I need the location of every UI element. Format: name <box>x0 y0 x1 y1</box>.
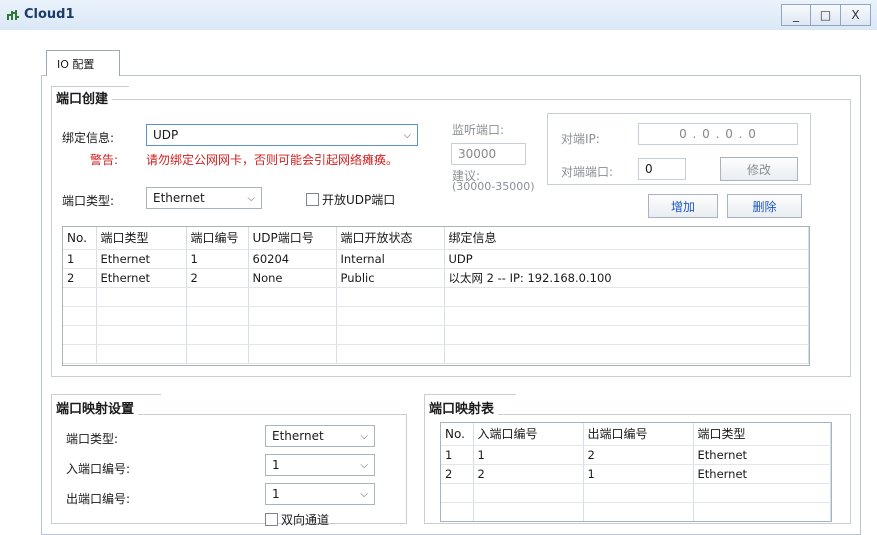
table-cell: 2 <box>186 268 249 288</box>
open-udp-label: 开放UDP端口 <box>322 193 396 207</box>
table-cell: 1 <box>186 249 249 269</box>
table-row[interactable]: 1 Ethernet 1 60204 Internal UDP <box>63 249 809 269</box>
port-type-select[interactable]: Ethernet ⌵ <box>146 187 262 209</box>
port-map-table-title: 端口映射表 <box>425 398 499 417</box>
table-cell: 1 <box>63 249 97 269</box>
column-header: 端口类型 <box>96 227 187 250</box>
map-port-type-value: Ethernet <box>272 429 324 443</box>
maximize-button[interactable]: □ <box>811 4 841 26</box>
port-map-settings-title: 端口映射设置 <box>52 398 139 417</box>
remote-port-input[interactable]: 0 <box>638 158 686 180</box>
chevron-down-icon: ⌵ <box>403 129 411 141</box>
port-type-value: Ethernet <box>153 191 205 205</box>
column-header: 端口类型 <box>693 423 831 446</box>
table-row[interactable]: 2 2 1 Ethernet <box>441 464 831 484</box>
chevron-down-icon: ⌵ <box>360 488 368 500</box>
port-map-table: No. 入端口编号 出端口编号 端口类型 1 1 2 Ethernet 2 2 … <box>440 422 832 522</box>
table-cell: UDP <box>444 249 809 269</box>
table-cell: 1 <box>441 445 474 465</box>
out-port-label: 出端口编号: <box>66 492 131 506</box>
map-port-type-select[interactable]: Ethernet ⌵ <box>265 425 375 447</box>
table-header-row: No. 端口类型 端口编号 UDP端口号 端口开放状态 绑定信息 <box>63 227 809 250</box>
window-controls: _ □ X <box>781 4 871 26</box>
table-row-empty <box>63 287 809 307</box>
warning-label: 警告: <box>90 153 119 167</box>
in-port-label: 入端口编号: <box>66 462 131 476</box>
modify-button[interactable]: 修改 <box>720 157 798 181</box>
column-header: 出端口编号 <box>583 423 694 446</box>
table-row-empty <box>63 344 809 364</box>
title-bar <box>0 0 877 30</box>
table-cell: None <box>248 268 337 288</box>
chevron-down-icon: ⌵ <box>247 192 255 204</box>
table-row-empty <box>63 325 809 345</box>
remote-ip-label: 对端IP: <box>561 132 600 146</box>
table-cell: Public <box>336 268 445 288</box>
listen-port-input[interactable]: 30000 <box>451 143 526 165</box>
remote-port-label: 对端端口: <box>561 165 614 179</box>
out-port-value: 1 <box>272 487 280 501</box>
table-row-empty <box>441 502 831 521</box>
listen-port-label: 监听端口: <box>452 123 505 137</box>
warning-text: 请勿绑定公网网卡，否则可能会引起网络瘫痪。 <box>146 153 399 167</box>
table-cell: 1 <box>473 445 584 465</box>
table-cell: 2 <box>441 464 474 484</box>
table-cell: Ethernet <box>693 445 831 465</box>
cloud-network-icon <box>7 10 19 20</box>
port-type-label: 端口类型: <box>62 194 115 208</box>
checkbox-icon <box>306 193 319 206</box>
in-port-value: 1 <box>272 458 280 472</box>
table-cell: 以太网 2 -- IP: 192.168.0.100 <box>444 268 809 288</box>
column-header: 绑定信息 <box>444 227 809 250</box>
out-port-select[interactable]: 1 ⌵ <box>265 483 375 505</box>
map-port-type-label: 端口类型: <box>66 432 119 446</box>
column-header: No. <box>63 227 97 250</box>
column-header: No. <box>441 423 474 446</box>
table-cell: Internal <box>336 249 445 269</box>
bind-info-select[interactable]: UDP ⌵ <box>146 124 418 146</box>
column-header: 端口开放状态 <box>336 227 445 250</box>
delete-button[interactable]: 删除 <box>727 194 802 218</box>
column-header: 端口编号 <box>186 227 249 250</box>
table-row-empty <box>441 483 831 503</box>
table-cell: Ethernet <box>693 464 831 484</box>
table-cell: 60204 <box>248 249 337 269</box>
table-row[interactable]: 2 Ethernet 2 None Public 以太网 2 -- IP: 19… <box>63 268 809 288</box>
table-row-empty <box>63 306 809 326</box>
table-cell: Ethernet <box>96 268 187 288</box>
port-table: No. 端口类型 端口编号 UDP端口号 端口开放状态 绑定信息 1 Ether… <box>62 226 810 366</box>
port-create-title: 端口创建 <box>52 88 113 107</box>
remote-ip-input[interactable]: 0 . 0 . 0 . 0 <box>638 123 798 145</box>
open-udp-checkbox[interactable]: 开放UDP端口 <box>306 191 395 208</box>
column-header: UDP端口号 <box>248 227 337 250</box>
table-cell: 2 <box>583 445 694 465</box>
add-button[interactable]: 增加 <box>648 194 718 218</box>
chevron-down-icon: ⌵ <box>360 430 368 442</box>
bidirectional-label: 双向通道 <box>281 513 330 527</box>
bind-info-value: UDP <box>153 128 179 142</box>
table-cell: 2 <box>63 268 97 288</box>
table-row[interactable]: 1 1 2 Ethernet <box>441 445 831 465</box>
close-button[interactable]: X <box>841 4 871 26</box>
bind-info-label: 绑定信息: <box>62 131 115 145</box>
table-cell: 2 <box>473 464 584 484</box>
table-cell: 1 <box>583 464 694 484</box>
column-header: 入端口编号 <box>473 423 584 446</box>
window-title: Cloud1 <box>24 7 75 22</box>
table-cell: Ethernet <box>96 249 187 269</box>
chevron-down-icon: ⌵ <box>360 459 368 471</box>
minimize-button[interactable]: _ <box>781 4 811 26</box>
table-header-row: No. 入端口编号 出端口编号 端口类型 <box>441 423 831 446</box>
suggest-range: (30000-35000) <box>452 180 535 193</box>
in-port-select[interactable]: 1 ⌵ <box>265 454 375 476</box>
tab-io-config[interactable]: IO 配置 <box>46 50 120 76</box>
